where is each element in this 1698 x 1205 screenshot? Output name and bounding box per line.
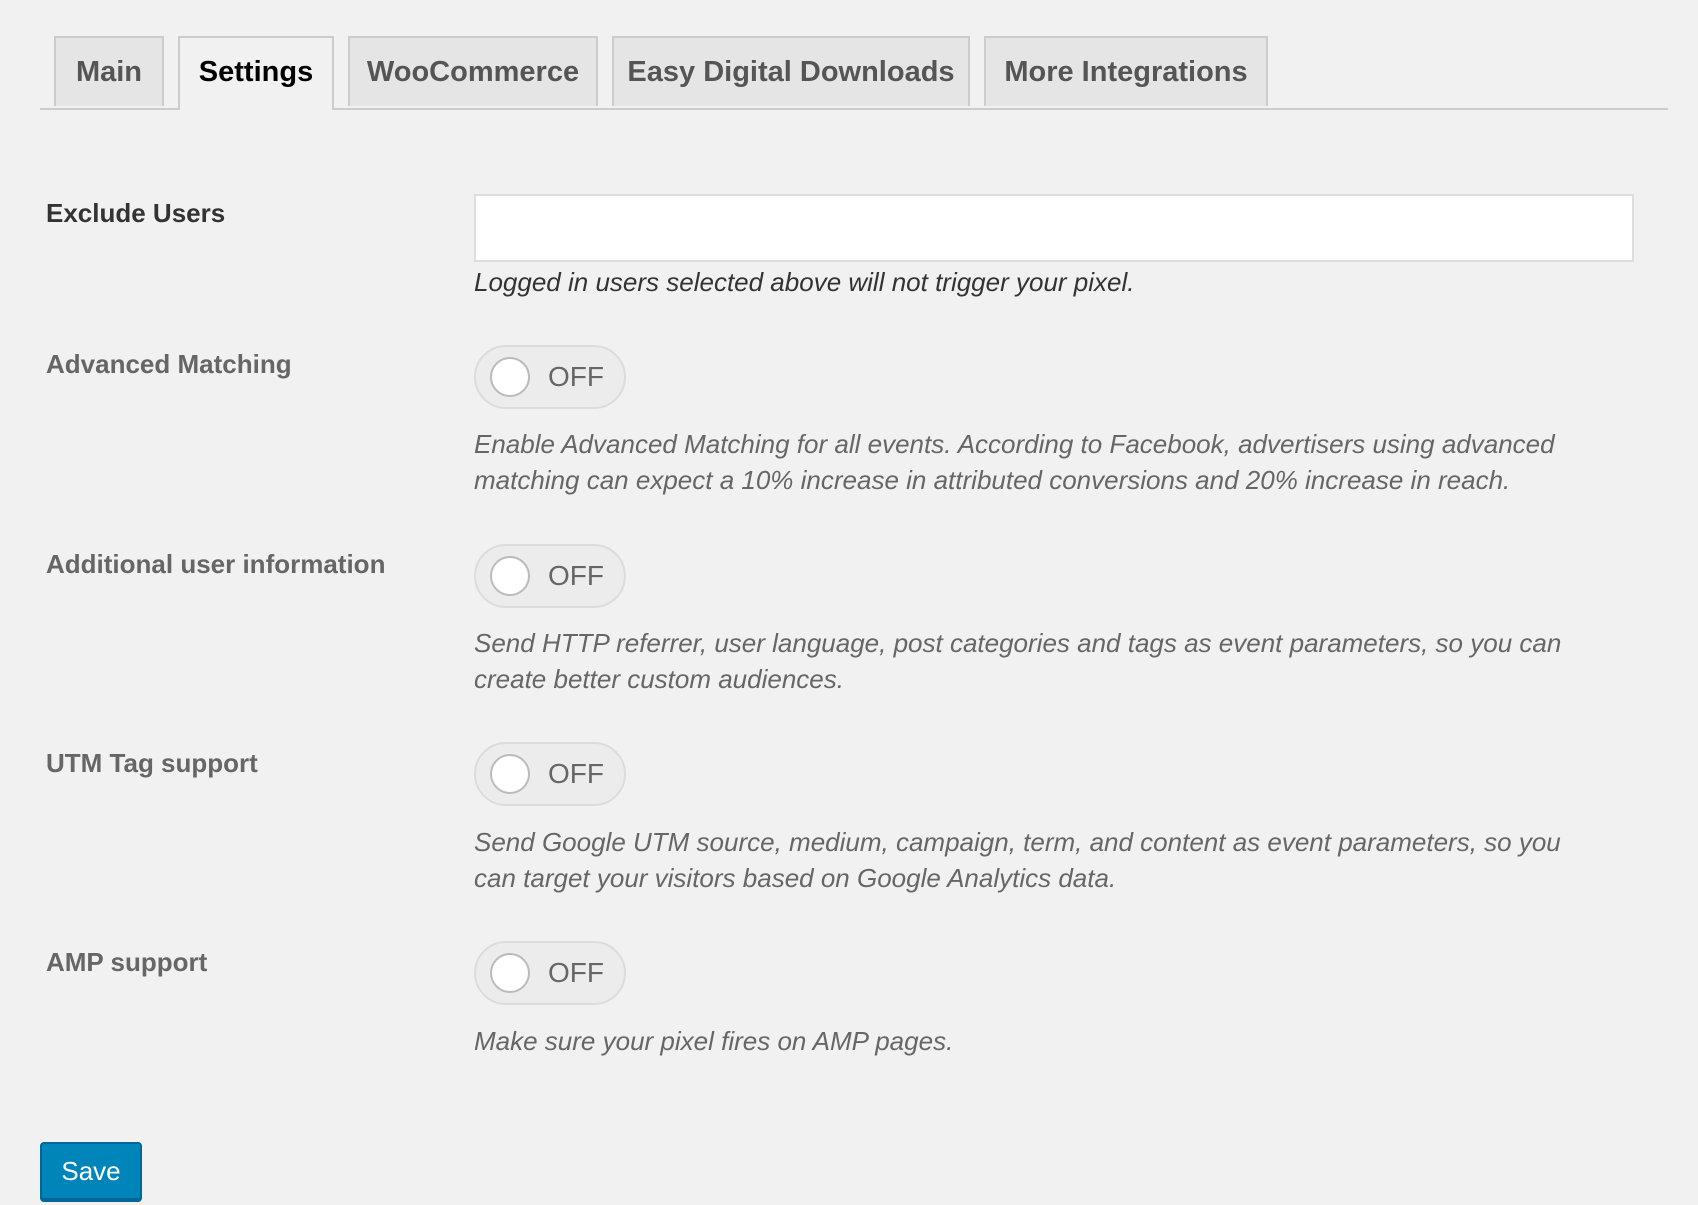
description-line: can target your visitors based on Google… [474, 863, 1117, 893]
utm-tag-support-label: UTM Tag support [46, 748, 258, 778]
toggle-knob [490, 754, 530, 794]
description-line: Enable Advanced Matching for all events.… [474, 429, 1555, 459]
tab-main[interactable]: Main [54, 36, 164, 106]
utm-tag-support-description: Send Google UTM source, medium, campaign… [474, 824, 1644, 896]
toggle-knob [490, 556, 530, 596]
toggle-state: OFF [548, 361, 604, 392]
toggle-knob [490, 953, 530, 993]
additional-user-info-label: Additional user information [46, 549, 386, 579]
amp-support-description: Make sure your pixel fires on AMP pages. [474, 1026, 954, 1056]
tab-easy-digital-downloads[interactable]: Easy Digital Downloads [612, 36, 970, 106]
save-button[interactable]: Save [40, 1142, 142, 1200]
tab-woocommerce[interactable]: WooCommerce [348, 36, 598, 106]
exclude-users-input[interactable] [474, 194, 1634, 262]
utm-tag-support-toggle[interactable]: OFF [474, 742, 626, 806]
exclude-users-description: Logged in users selected above will not … [474, 267, 1135, 297]
advanced-matching-description: Enable Advanced Matching for all events.… [474, 426, 1644, 498]
exclude-users-label: Exclude Users [46, 198, 226, 228]
amp-support-toggle[interactable]: OFF [474, 941, 626, 1005]
toggle-knob [490, 357, 530, 397]
tab-bar: Main Settings WooCommerce Easy Digital D… [40, 36, 1668, 110]
amp-support-label: AMP support [46, 947, 208, 977]
description-line: Send Google UTM source, medium, campaign… [474, 827, 1561, 857]
advanced-matching-label: Advanced Matching [46, 349, 292, 379]
additional-user-info-description: Send HTTP referrer, user language, post … [474, 625, 1644, 697]
description-line: matching can expect a 10% increase in at… [474, 465, 1511, 495]
tab-settings[interactable]: Settings [178, 36, 334, 110]
description-line: Send HTTP referrer, user language, post … [474, 628, 1562, 658]
toggle-state: OFF [548, 758, 604, 789]
advanced-matching-toggle[interactable]: OFF [474, 345, 626, 409]
description-line: create better custom audiences. [474, 664, 844, 694]
tab-more-integrations[interactable]: More Integrations [984, 36, 1268, 106]
toggle-state: OFF [548, 560, 604, 591]
additional-user-info-toggle[interactable]: OFF [474, 544, 626, 608]
toggle-state: OFF [548, 957, 604, 988]
